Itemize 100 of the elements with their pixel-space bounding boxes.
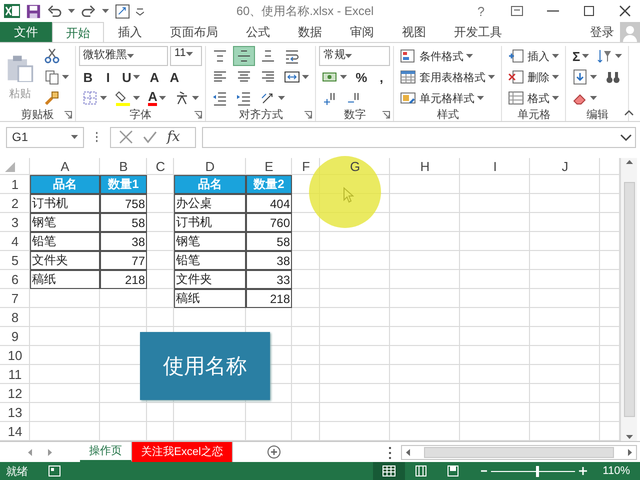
column-header[interactable]: I <box>460 158 530 175</box>
redo-icon[interactable] <box>81 4 96 18</box>
column-header[interactable]: C <box>147 158 174 175</box>
row-header[interactable]: 12 <box>0 384 30 403</box>
scroll-thumb[interactable] <box>424 446 614 458</box>
row-header[interactable]: 14 <box>0 422 30 441</box>
ribbon-button[interactable]: 删除 <box>505 67 562 87</box>
ribbon-button[interactable]: A <box>145 67 164 87</box>
zoom-out-icon[interactable] <box>480 468 487 474</box>
formula-input[interactable] <box>202 126 636 148</box>
column-header[interactable]: G <box>320 158 390 175</box>
cancel-icon[interactable] <box>119 130 133 144</box>
ribbon-button[interactable]: 单元格样式 <box>397 88 488 108</box>
dropdown-field[interactable]: 11 <box>170 46 202 66</box>
merge-cells-icon <box>284 69 300 85</box>
column-header[interactable]: E <box>246 158 292 175</box>
row-header[interactable]: 8 <box>0 308 30 327</box>
row-header[interactable]: 6 <box>0 270 30 289</box>
ribbon-button[interactable]: 插入 <box>505 46 562 66</box>
scroll-left-icon[interactable] <box>404 448 412 456</box>
shape-button[interactable]: 使用名称 <box>140 332 270 400</box>
fill-down-icon <box>572 69 588 85</box>
ribbon-button[interactable]: B <box>79 67 97 87</box>
ribbon-button[interactable]: 格式 <box>505 88 562 108</box>
page-break-view-icon <box>446 465 460 477</box>
zoom-level[interactable]: 110% <box>602 465 630 477</box>
ribbon-button[interactable]: U <box>119 67 144 87</box>
row-header[interactable]: 1 <box>0 175 30 194</box>
caret-icon <box>68 9 75 13</box>
ribbon-tab[interactable]: 视图 <box>388 22 440 42</box>
new-sheet-icon[interactable] <box>266 445 281 459</box>
scroll-up-icon[interactable] <box>624 158 634 166</box>
dropdown-field[interactable]: 微软雅黑 <box>79 46 168 66</box>
column-header[interactable]: A <box>30 158 100 175</box>
row-header[interactable]: 10 <box>0 346 30 365</box>
ribbon-button[interactable] <box>233 46 256 66</box>
row-header[interactable]: 4 <box>0 232 30 251</box>
table-cell: 58 <box>246 232 292 251</box>
expand-icon[interactable] <box>620 132 632 142</box>
ribbon-tab[interactable]: 页面布局 <box>156 22 232 42</box>
sheet-tab[interactable]: 操作页 <box>80 442 132 462</box>
help-button[interactable]: ? <box>466 0 496 22</box>
ribbon-button[interactable]: 条件格式 <box>397 46 476 66</box>
name-box[interactable]: G1 <box>6 126 84 148</box>
collapse-ribbon-icon[interactable] <box>624 109 634 117</box>
ribbon-tab[interactable]: 插入 <box>104 22 156 42</box>
group-label: 剪贴板 <box>21 108 54 122</box>
ribbon-button[interactable]: 套用表格格式 <box>397 67 498 87</box>
ribbon-tab[interactable]: 公式 <box>232 22 284 42</box>
ribbon-tab[interactable]: 开发工具 <box>440 22 516 42</box>
ribbon-button[interactable]: A <box>145 88 170 108</box>
column-header[interactable]: H <box>390 158 460 175</box>
scroll-thumb[interactable] <box>624 182 634 417</box>
dropdown-field[interactable]: 常规 <box>319 46 390 66</box>
sign-in-link[interactable]: 登录 <box>584 22 620 42</box>
normal-view-button[interactable] <box>372 462 405 480</box>
row-header[interactable]: 9 <box>0 327 30 346</box>
touch-mode-icon[interactable] <box>115 4 130 18</box>
dialog-launcher-icon[interactable] <box>194 111 202 119</box>
zoom-in-icon[interactable] <box>578 467 587 475</box>
ribbon-button[interactable]: I <box>99 67 117 87</box>
ribbon-tab[interactable]: 审阅 <box>336 22 388 42</box>
undo-icon[interactable] <box>47 4 62 18</box>
dialog-launcher-icon[interactable] <box>382 111 390 119</box>
ribbon-button[interactable]: , <box>372 67 390 87</box>
sheet-tab[interactable]: 关注我Excel之恋 <box>132 442 233 462</box>
customize-icon[interactable] <box>136 6 144 16</box>
ribbon-tab[interactable]: 开始 <box>52 22 104 43</box>
column-header[interactable]: J <box>530 158 600 175</box>
previous-sheet-icon[interactable] <box>27 448 33 456</box>
next-sheet-icon[interactable] <box>47 448 53 456</box>
macro-record-icon[interactable] <box>48 465 61 477</box>
increase-indent-icon <box>236 90 252 106</box>
ribbon-tab[interactable]: 数据 <box>284 22 336 42</box>
enter-icon[interactable] <box>143 130 157 144</box>
save-icon[interactable] <box>26 4 41 18</box>
page-layout-view-icon <box>414 465 428 477</box>
dialog-launcher-icon[interactable] <box>64 111 72 119</box>
row-header[interactable]: 7 <box>0 289 30 308</box>
scroll-right-icon[interactable] <box>626 448 634 456</box>
horizontal-scrollbar[interactable] <box>400 444 637 460</box>
column-header[interactable]: F <box>292 158 320 175</box>
ribbon-button[interactable]: A <box>165 67 184 87</box>
ribbon-button[interactable]: % <box>352 67 370 87</box>
file-tab[interactable]: 文件 <box>0 22 52 42</box>
row-header[interactable]: 3 <box>0 213 30 232</box>
splitter-grip-icon[interactable] <box>388 446 391 458</box>
dialog-launcher-icon[interactable] <box>304 111 312 119</box>
caret-icon <box>102 9 109 13</box>
column-header[interactable]: B <box>100 158 147 175</box>
insert-function-button[interactable]: fx <box>167 129 180 145</box>
slider-thumb[interactable] <box>536 466 539 476</box>
row-header[interactable]: 2 <box>0 194 30 213</box>
row-header[interactable]: 5 <box>0 251 30 270</box>
column-header[interactable]: D <box>174 158 246 175</box>
row-header[interactable]: 13 <box>0 403 30 422</box>
ribbon-button[interactable]: Σ <box>569 46 592 66</box>
table-cell: 758 <box>100 194 147 213</box>
vertical-scrollbar[interactable] <box>620 158 637 441</box>
row-header[interactable]: 11 <box>0 365 30 384</box>
